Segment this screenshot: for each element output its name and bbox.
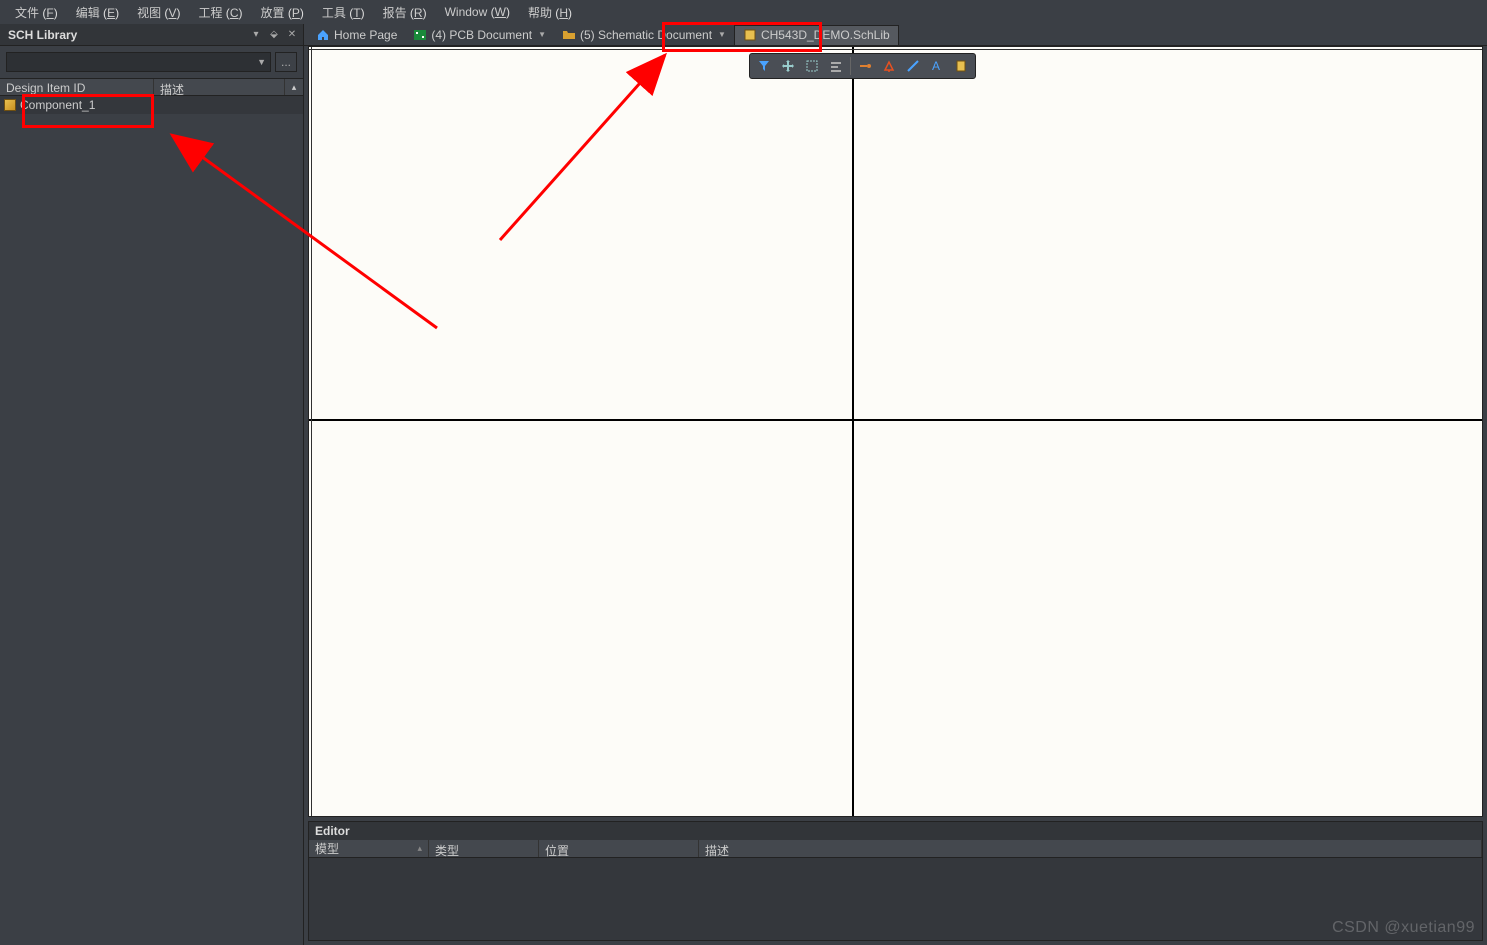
schematic-canvas[interactable]: A: [308, 46, 1483, 817]
pcb-icon: [413, 28, 427, 42]
toolbar-separator: [850, 57, 851, 75]
menu-help[interactable]: 帮助 (H): [519, 1, 581, 24]
menu-project[interactable]: 工程 (C): [189, 1, 251, 24]
home-icon: [316, 28, 330, 42]
svg-text:A: A: [932, 59, 940, 73]
editor-panel: Editor 模型▴ 类型 位置 描述: [308, 821, 1483, 941]
panel-title: SCH Library: [8, 28, 245, 42]
menu-place[interactable]: 放置 (P): [251, 1, 312, 24]
move-icon[interactable]: [776, 55, 800, 77]
col-type[interactable]: 类型: [429, 840, 539, 857]
col-model[interactable]: 模型▴: [309, 840, 429, 857]
editor-title: Editor: [309, 822, 1482, 840]
filter-icon[interactable]: [752, 55, 776, 77]
menu-view[interactable]: 视图 (V): [128, 1, 189, 24]
panel-close-icon[interactable]: ✕: [285, 28, 299, 42]
col-design-item-id[interactable]: Design Item ID: [0, 79, 154, 95]
col-position[interactable]: 位置: [539, 840, 699, 857]
align-icon[interactable]: [824, 55, 848, 77]
component-grid-body: Component_1: [0, 96, 303, 945]
chevron-down-icon[interactable]: ▼: [718, 30, 726, 39]
tab-schlib-active[interactable]: CH543D_DEMO.SchLib: [734, 25, 899, 45]
pin-icon[interactable]: [853, 55, 877, 77]
col-description[interactable]: 描述: [154, 79, 285, 95]
panel-titlebar: SCH Library ▾ ⬙ ✕: [0, 24, 303, 46]
tab-home[interactable]: Home Page: [308, 25, 405, 45]
library-more-button[interactable]: ...: [275, 52, 297, 72]
component-name: Component_1: [20, 98, 95, 112]
editor-body[interactable]: [309, 858, 1482, 940]
menu-file[interactable]: 文件 (F): [6, 1, 67, 24]
menu-window[interactable]: Window (W): [436, 2, 519, 22]
origin-vertical-axis: [852, 47, 854, 816]
menu-bar: 文件 (F) 编辑 (E) 视图 (V) 工程 (C) 放置 (P) 工具 (T…: [0, 0, 1487, 24]
select-rect-icon[interactable]: [800, 55, 824, 77]
chevron-down-icon: ▼: [257, 57, 266, 67]
document-tabs: Home Page (4) PCB Document ▼ (5) Schemat…: [304, 24, 1487, 46]
menu-edit[interactable]: 编辑 (E): [67, 1, 128, 24]
component-grid-header: Design Item ID 描述 ▴: [0, 78, 303, 96]
component-row[interactable]: Component_1: [0, 96, 303, 114]
ieee-icon[interactable]: [949, 55, 973, 77]
net-icon[interactable]: [877, 55, 901, 77]
col-description[interactable]: 描述: [699, 840, 1482, 857]
panel-pin-icon[interactable]: ⬙: [267, 28, 281, 42]
text-icon[interactable]: A: [925, 55, 949, 77]
editor-columns: 模型▴ 类型 位置 描述: [309, 840, 1482, 858]
origin-horizontal-axis: [309, 419, 1482, 421]
menu-report[interactable]: 报告 (R): [374, 1, 436, 24]
panel-dropdown-icon[interactable]: ▾: [249, 28, 263, 42]
sch-library-panel: SCH Library ▾ ⬙ ✕ ▼ ... Design Item ID 描…: [0, 24, 304, 945]
component-icon: [4, 99, 16, 111]
line-icon[interactable]: [901, 55, 925, 77]
schlib-icon: [743, 28, 757, 42]
tab-pcb-document[interactable]: (4) PCB Document ▼: [405, 25, 554, 45]
sort-indicator-icon[interactable]: ▴: [285, 79, 303, 95]
editor-area: Home Page (4) PCB Document ▼ (5) Schemat…: [304, 24, 1487, 945]
floating-toolbar: A: [749, 53, 976, 79]
folder-icon: [562, 28, 576, 42]
tab-schematic-document[interactable]: (5) Schematic Document ▼: [554, 25, 734, 45]
menu-tools[interactable]: 工具 (T): [313, 1, 374, 24]
library-filter-combo[interactable]: ▼: [6, 52, 271, 72]
chevron-down-icon[interactable]: ▼: [538, 30, 546, 39]
